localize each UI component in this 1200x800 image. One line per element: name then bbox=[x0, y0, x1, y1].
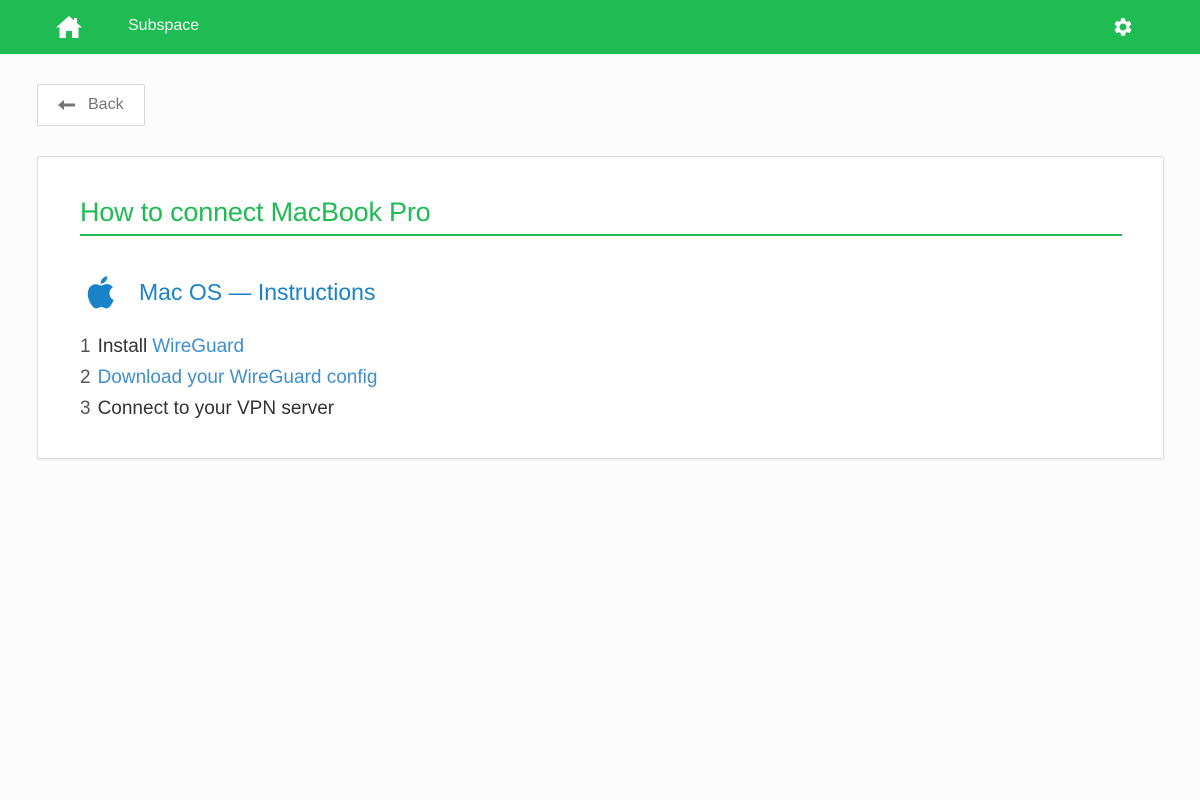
step-text: Connect to your VPN server bbox=[97, 398, 335, 419]
step-number: 3 bbox=[80, 398, 91, 419]
back-button-label: Back bbox=[88, 96, 124, 113]
apple-icon bbox=[87, 276, 114, 309]
page-title: How to connect MacBook Pro bbox=[80, 197, 431, 227]
title-divider bbox=[80, 234, 1122, 236]
home-icon bbox=[56, 16, 82, 38]
step-text: Install bbox=[97, 336, 148, 357]
os-title: Mac OS — Instructions bbox=[139, 278, 376, 305]
gear-icon bbox=[1114, 18, 1132, 36]
download-config-link[interactable]: Download your WireGuard config bbox=[98, 362, 378, 393]
arrow-left-icon bbox=[58, 100, 75, 110]
home-button[interactable] bbox=[53, 12, 85, 42]
step-number: 1 bbox=[80, 336, 91, 357]
steps-list: 1 Install WireGuard 2 Download your Wire… bbox=[80, 331, 377, 424]
wireguard-link[interactable]: WireGuard bbox=[152, 331, 244, 362]
step-item: 3 Connect to your VPN server bbox=[80, 393, 377, 424]
os-header: Mac OS — Instructions bbox=[80, 272, 375, 312]
instructions-card: How to connect MacBook Pro Mac OS — Inst… bbox=[37, 156, 1164, 459]
step-number: 2 bbox=[80, 367, 91, 388]
step-item: 2 Download your WireGuard config bbox=[80, 362, 377, 393]
top-nav-bar: Subspace bbox=[0, 0, 1200, 54]
step-item: 1 Install WireGuard bbox=[80, 331, 377, 362]
settings-button[interactable] bbox=[1108, 12, 1138, 42]
back-button[interactable]: Back bbox=[37, 84, 145, 126]
brand-link[interactable]: Subspace bbox=[128, 17, 199, 35]
